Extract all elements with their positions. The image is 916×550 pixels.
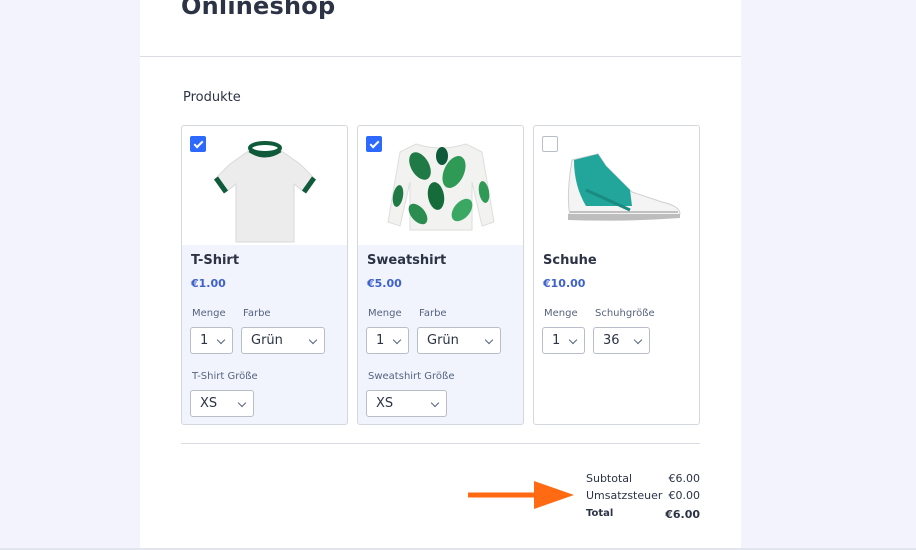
tax-row: Umsatzsteuer €0.00 [586,489,700,506]
chevron-down-icon [430,398,440,408]
chevron-down-icon [484,335,494,345]
size-label: Sweatshirt Größe [368,371,455,382]
subtotal-value: €6.00 [668,472,701,485]
size-select[interactable]: XS [366,390,447,417]
color-label: Farbe [243,308,271,319]
chevron-down-icon [392,335,402,345]
size-value: XS [200,396,218,411]
arrow-annotation-icon [468,481,574,509]
sweatshirt-image [358,126,523,245]
chevron-down-icon [308,335,318,345]
tax-label: Umsatzsteuer [586,489,663,502]
product-card-tshirt[interactable]: T-Shirt €1.00 Menge Farbe 1 Grün T-Shirt… [181,125,348,425]
quantity-label: Menge [368,308,402,319]
form-card: Onlineshop Produkte T-Shirt €1.00 Menge … [140,0,741,550]
tax-value: €0.00 [668,489,701,502]
product-name: T-Shirt [191,253,240,268]
quantity-label: Menge [192,308,226,319]
product-price: €1.00 [191,277,226,290]
total-row: Total €6.00 [586,508,700,525]
quantity-value: 1 [376,333,385,348]
quantity-value: 1 [200,333,209,348]
chevron-down-icon [633,335,643,345]
page-title: Onlineshop [181,0,336,20]
sweatshirt-checkbox[interactable] [366,136,382,152]
size-value: XS [376,396,394,411]
quantity-label: Menge [544,308,578,319]
form-header: Onlineshop [140,0,741,57]
chevron-down-icon [216,335,226,345]
quantity-select[interactable]: 1 [366,327,409,354]
subtotal-label: Subtotal [586,472,633,485]
subtotal-row: Subtotal €6.00 [586,472,700,489]
divider [181,443,700,444]
chevron-down-icon [568,335,578,345]
quantity-select[interactable]: 1 [542,327,585,354]
quantity-select[interactable]: 1 [190,327,233,354]
color-label: Farbe [419,308,447,319]
order-totals: Subtotal €6.00 Umsatzsteuer €0.00 Total … [586,472,700,525]
color-value: Grün [251,333,283,348]
product-name: Sweatshirt [367,253,447,268]
tshirt-image [182,126,347,245]
color-value: Grün [427,333,459,348]
shoe-size-value: 36 [603,333,620,348]
shoe-image [534,126,699,245]
color-select[interactable]: Grün [241,327,325,354]
color-select[interactable]: Grün [417,327,501,354]
size-label: T-Shirt Größe [192,371,258,382]
shoe-size-select[interactable]: 36 [593,327,650,354]
total-value: €6.00 [665,508,700,521]
product-card-sweatshirt[interactable]: Sweatshirt €5.00 Menge Farbe 1 Grün Swea… [357,125,524,425]
shoes-checkbox[interactable] [542,136,558,152]
product-card-shoes[interactable]: Schuhe €10.00 Menge Schuhgröße 1 36 [533,125,700,425]
quantity-value: 1 [552,333,561,348]
tshirt-checkbox[interactable] [190,136,206,152]
chevron-down-icon [237,398,247,408]
size-select[interactable]: XS [190,390,254,417]
shoe-size-label: Schuhgröße [595,308,655,319]
total-label: Total [586,508,614,519]
product-name: Schuhe [543,253,597,268]
product-price: €5.00 [367,277,402,290]
products-section-label: Produkte [183,90,241,105]
product-price: €10.00 [543,277,586,290]
